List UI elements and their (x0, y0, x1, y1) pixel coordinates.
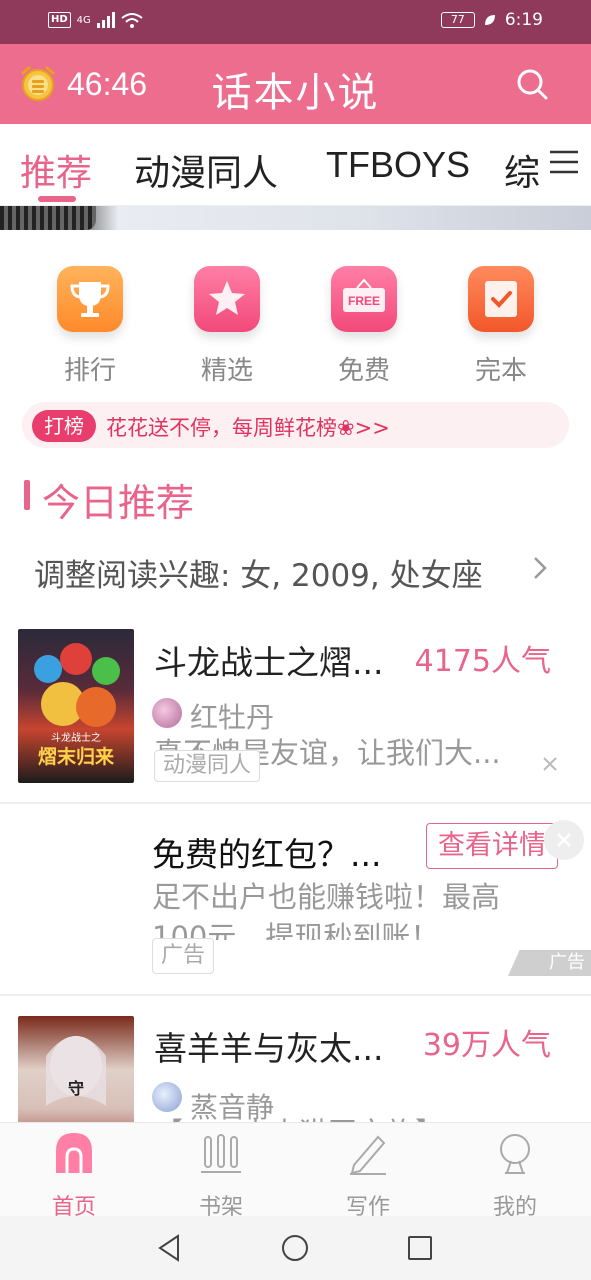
book-cover: 斗龙战士之 熠末归来 (18, 629, 134, 783)
leaf-icon (484, 15, 495, 25)
book-item[interactable]: 斗龙战士之 熠末归来 斗龙战士之熠... 4175人气 红牡丹 真不愧是友谊，让… (0, 626, 591, 802)
quick-entry-ranking[interactable]: 排行 (40, 266, 140, 387)
reading-interest-link[interactable]: 调整阅读兴趣: 女, 2009, 处女座 (34, 550, 483, 595)
menu-icon (550, 150, 578, 174)
check-book-icon (468, 266, 534, 332)
quick-entry-label: 排行 (63, 356, 116, 386)
quick-entry-completed[interactable]: 完本 (451, 266, 551, 387)
ad-description: 足不出户也能赚钱啦！最高 (152, 880, 501, 914)
battery-level: 77 (440, 12, 475, 28)
pen-icon (350, 1135, 386, 1175)
trophy-icon (57, 266, 123, 332)
clock: 6:19 (504, 10, 543, 30)
free-icon: FREE (331, 266, 397, 332)
tab-recommend[interactable]: 推荐 (20, 144, 92, 196)
search-icon[interactable] (512, 64, 552, 104)
nav-bookshelf[interactable]: 书架 (171, 1131, 271, 1221)
nav-home[interactable]: 首页 (24, 1131, 124, 1221)
cover-title: 熠末归来 (38, 745, 114, 768)
nav-profile[interactable]: 我的 (465, 1131, 565, 1221)
ad-badge: 广告 (508, 950, 591, 976)
profile-icon (500, 1134, 530, 1174)
app-bar: 46:46 话本小说 (0, 44, 591, 124)
banner-carousel[interactable] (0, 206, 591, 230)
ad-tag: 广告 (152, 938, 215, 974)
recents-icon[interactable] (404, 1232, 436, 1264)
tab-general[interactable]: 综 (504, 144, 540, 196)
cover-subtitle: 斗龙战士之 (51, 731, 101, 744)
close-icon (557, 833, 571, 847)
divider (0, 994, 591, 996)
book-item[interactable]: 守 喜羊羊与灰太... 39万人气 蒸音静 【……十末猫同文旅】 (0, 1014, 591, 1122)
ad-description-line2: 100元，提现秒到账！ (152, 920, 440, 940)
ad-details-button[interactable]: 查看详情 (426, 823, 558, 869)
quick-entry-featured[interactable]: 精选 (177, 266, 277, 387)
book-title: 斗龙战士之熠... (154, 643, 384, 682)
star-icon (194, 266, 260, 332)
book-popularity: 39万人气 (422, 1028, 551, 1063)
tab-menu-button[interactable] (542, 140, 580, 180)
chevron-right-icon[interactable] (530, 550, 550, 586)
quick-entry-label: 精选 (200, 356, 253, 386)
author-avatar (152, 1082, 182, 1112)
bottom-navigation: 首页 书架 写作 我的 (0, 1122, 591, 1220)
quick-entry-free[interactable]: FREE 免费 (314, 266, 414, 387)
wifi-icon (121, 13, 143, 28)
tab-tfboys[interactable]: TFBOYS (326, 144, 470, 186)
active-tab-indicator (38, 196, 76, 202)
free-badge-text: FREE (348, 294, 380, 308)
close-icon[interactable] (540, 754, 560, 774)
app-title: 话本小说 (211, 70, 380, 116)
author-avatar (152, 698, 182, 728)
book-description: 【……十末猫同文旅】 (154, 1110, 444, 1122)
notice-text: 花花送不停，每周鲜花榜❀>> (106, 416, 390, 440)
nav-write[interactable]: 写作 (318, 1131, 418, 1221)
section-title: 今日推荐 (42, 481, 195, 525)
status-bar: HD 4G 77 6:19 (0, 0, 591, 44)
ad-title: 免费的红包？... (152, 835, 382, 874)
flower-ranking-notice[interactable]: 打榜 花花送不停，每周鲜花榜❀>> (22, 402, 569, 448)
back-icon[interactable] (154, 1232, 186, 1264)
book-cover: 守 (18, 1016, 134, 1122)
ad-close-button[interactable] (544, 820, 584, 860)
banner-decoration (0, 206, 96, 230)
home-icon (56, 1133, 92, 1173)
book-category-tag: 动漫同人 (154, 750, 261, 782)
quick-entry-label: 免费 (337, 356, 390, 386)
signal-icon (96, 12, 115, 28)
section-marker (24, 480, 30, 510)
quick-entry-label: 完本 (474, 356, 527, 386)
tab-anime-fanfic[interactable]: 动漫同人 (134, 144, 278, 196)
system-navigation-bar (0, 1216, 591, 1280)
book-popularity: 4175人气 (414, 644, 551, 679)
divider (0, 802, 591, 804)
hd-indicator: HD (48, 12, 71, 28)
category-tabs: 推荐 动漫同人 TFBOYS 综 (0, 124, 591, 206)
network-type: 4G (76, 14, 91, 26)
home-button-icon[interactable] (279, 1232, 311, 1264)
bookshelf-icon (201, 1134, 241, 1173)
notice-tag: 打榜 (32, 410, 96, 442)
book-title: 喜羊羊与灰太... (154, 1029, 384, 1068)
cover-title: 守 (68, 1079, 84, 1098)
